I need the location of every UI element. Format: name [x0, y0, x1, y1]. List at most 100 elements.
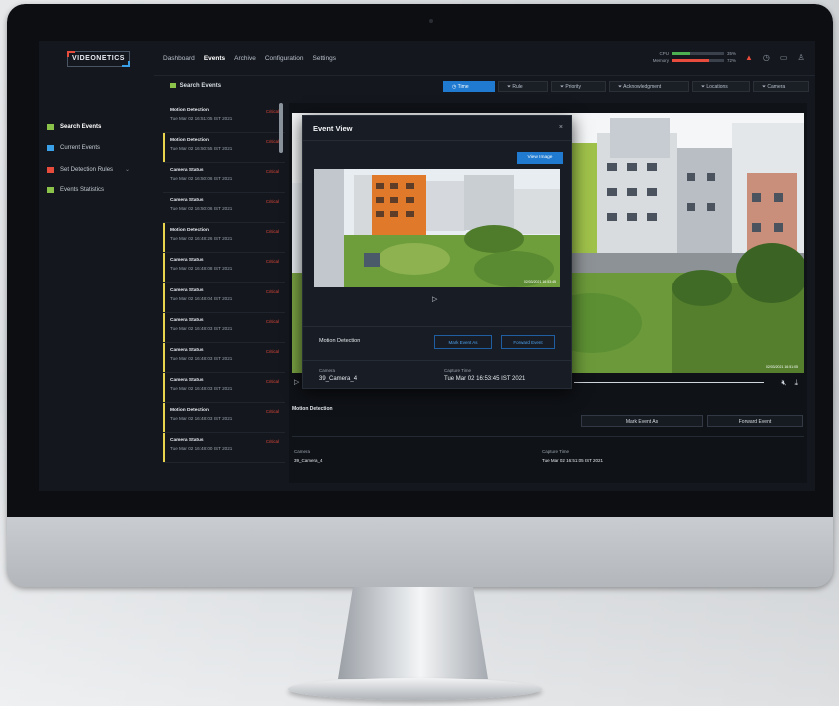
play-icon[interactable]: ▷ [432, 295, 437, 303]
event-list-item[interactable]: Motion Detection Tue Mar 02 16:48:26 IST … [163, 223, 285, 253]
filter-camera[interactable]: ⏷ Camera [753, 81, 809, 92]
cpu-fill [672, 52, 691, 55]
filter-priority[interactable]: ⏷ Priority [551, 81, 606, 92]
event-severity: Critical [265, 259, 279, 264]
events-list: Motion Detection Tue Mar 02 16:51:05 IST … [163, 103, 285, 475]
event-time: Tue Mar 02 16:50:55 IST 2021 [170, 146, 233, 151]
user-icon[interactable]: ♙ [797, 53, 804, 62]
modal-video-timestamp: 02/03/2021 16:53:45 [523, 280, 556, 284]
sidebar-item-label: Search Events [60, 124, 102, 130]
event-list-item[interactable]: Camera Status Tue Mar 02 16:48:04 IST 202… [163, 283, 285, 313]
event-severity: Critical [265, 199, 279, 204]
video-progress-bar[interactable] [574, 382, 764, 383]
event-time: Tue Mar 02 16:51:05 IST 2021 [170, 116, 233, 121]
filter-rule[interactable]: ⏷ Rule [498, 81, 548, 92]
event-time: Tue Mar 02 16:50:06 IST 2021 [170, 176, 233, 181]
close-icon[interactable]: × [559, 124, 563, 131]
filter-locations[interactable]: ⏷ Locations [692, 81, 750, 92]
event-severity: Critical [265, 319, 279, 324]
monitor-bezel: VIDEONETICS Dashboard Events Archive Con… [7, 4, 833, 517]
current-events-icon [47, 145, 54, 151]
event-severity: Critical [265, 379, 279, 384]
filter-label: Time [457, 84, 469, 90]
sidebar-item-events-statistics[interactable]: Events Statistics [47, 187, 104, 193]
nav-events[interactable]: Events [204, 55, 225, 62]
modal-camera-label: Camera [319, 368, 336, 373]
event-marker [163, 223, 165, 252]
screen: VIDEONETICS Dashboard Events Archive Con… [39, 41, 815, 491]
filter-bar: Search Events ◷ Time ⏷ Rule ⏷ Priority ⏷… [162, 81, 812, 93]
top-bar: VIDEONETICS Dashboard Events Archive Con… [39, 41, 815, 76]
event-marker [163, 313, 165, 342]
memory-value: 72% [727, 58, 737, 63]
forward-event-button[interactable]: Forward Event [707, 415, 803, 427]
event-list-item[interactable]: Motion Detection Tue Mar 02 16:50:55 IST … [163, 133, 285, 163]
cpu-label: CPU [659, 51, 669, 56]
filter-label: Rule [512, 84, 523, 90]
event-list-item[interactable]: Motion Detection Tue Mar 02 16:51:05 IST … [163, 103, 285, 133]
sidebar-item-label: Current Events [60, 145, 101, 151]
event-list-item[interactable]: Camera Status Tue Mar 02 16:50:06 IST 202… [163, 163, 285, 193]
monitor-chin [7, 517, 833, 587]
event-list-item[interactable]: Camera Status Tue Mar 02 16:48:03 IST 202… [163, 373, 285, 403]
event-view-modal: Event View × View Image 02/03/2021 16:53… [302, 115, 572, 389]
sidebar-item-label: Events Statistics [60, 187, 105, 193]
chat-icon[interactable]: ▭ [780, 53, 788, 62]
detail-title: Motion Detection [292, 406, 333, 412]
statistics-icon [47, 187, 54, 193]
event-marker [163, 433, 165, 462]
app-logo: VIDEONETICS [67, 51, 130, 67]
nav-archive[interactable]: Archive [234, 55, 256, 62]
alert-icon[interactable]: ▲ [745, 53, 753, 62]
capture-time-label: Capture Time [542, 449, 570, 454]
modal-camera-feed-image [314, 169, 560, 287]
nav-settings[interactable]: Settings [313, 55, 337, 62]
monitor-stand [338, 587, 488, 679]
search-events-header[interactable]: Search Events [170, 83, 221, 89]
nav-configuration[interactable]: Configuration [265, 55, 304, 62]
modal-capture-time-label: Capture Time [444, 368, 472, 373]
nav-dashboard[interactable]: Dashboard [163, 55, 195, 62]
modal-forward-event-button[interactable]: Forward Event [501, 335, 555, 349]
event-marker [163, 283, 165, 312]
cpu-meter: CPU 35% [651, 50, 751, 57]
event-time: Tue Mar 02 16:50:06 IST 2021 [170, 206, 233, 211]
event-list-item[interactable]: Camera Status Tue Mar 02 16:48:03 IST 202… [163, 313, 285, 343]
event-list-item[interactable]: Camera Status Tue Mar 02 16:48:00 IST 202… [163, 433, 285, 463]
filter-label: Acknowledgment [623, 84, 662, 90]
event-marker [163, 133, 165, 162]
sidebar-item-set-detection-rules[interactable]: Set Detection Rules ⌄ [47, 166, 130, 173]
event-list-item[interactable]: Camera Status Tue Mar 02 16:48:08 IST 202… [163, 253, 285, 283]
sidebar-item-label: Set Detection Rules [60, 166, 114, 173]
clock-icon[interactable]: ◷ [763, 53, 770, 62]
main-nav: Dashboard Events Archive Configuration S… [163, 55, 336, 62]
filter-time[interactable]: ◷ Time [443, 81, 495, 92]
monitor-stand-base [288, 678, 542, 700]
event-list-item[interactable]: Camera Status Tue Mar 02 16:50:06 IST 202… [163, 193, 285, 223]
download-icon[interactable]: ⤓ [794, 378, 798, 388]
filter-label: Camera [767, 84, 786, 90]
modal-mark-event-button[interactable]: Mark Event As [434, 335, 492, 349]
event-marker [163, 343, 165, 372]
event-list-item[interactable]: Motion Detection Tue Mar 02 16:48:03 IST … [163, 403, 285, 433]
cpu-value: 35% [727, 51, 737, 56]
filter-acknowledgment[interactable]: ⏷ Acknowledgment [609, 81, 689, 92]
event-list-item[interactable]: Camera Status Tue Mar 02 16:48:03 IST 202… [163, 343, 285, 373]
view-image-button[interactable]: View Image [517, 152, 563, 164]
modal-detection-title: Motion Detection [319, 338, 361, 344]
filter-label: Locations [706, 84, 728, 90]
sidebar: Search Events Current Events Set Detecti… [39, 75, 154, 491]
filter-label: Priority [565, 84, 581, 90]
sidebar-item-search-events[interactable]: Search Events [47, 124, 101, 130]
modal-video[interactable]: 02/03/2021 16:53:45 [314, 169, 560, 287]
play-icon[interactable]: ▷ [294, 378, 299, 386]
event-time: Tue Mar 02 16:48:03 IST 2021 [170, 326, 233, 331]
event-time: Tue Mar 02 16:48:26 IST 2021 [170, 236, 233, 241]
sidebar-item-current-events[interactable]: Current Events [47, 145, 100, 151]
events-scrollbar[interactable] [279, 103, 283, 153]
event-time: Tue Mar 02 16:48:04 IST 2021 [170, 296, 233, 301]
event-severity: Critical [265, 109, 279, 114]
mark-event-button[interactable]: Mark Event As [581, 415, 703, 427]
mute-icon[interactable]: 🔇︎ [781, 378, 786, 388]
search-events-title: Search Events [179, 83, 222, 90]
